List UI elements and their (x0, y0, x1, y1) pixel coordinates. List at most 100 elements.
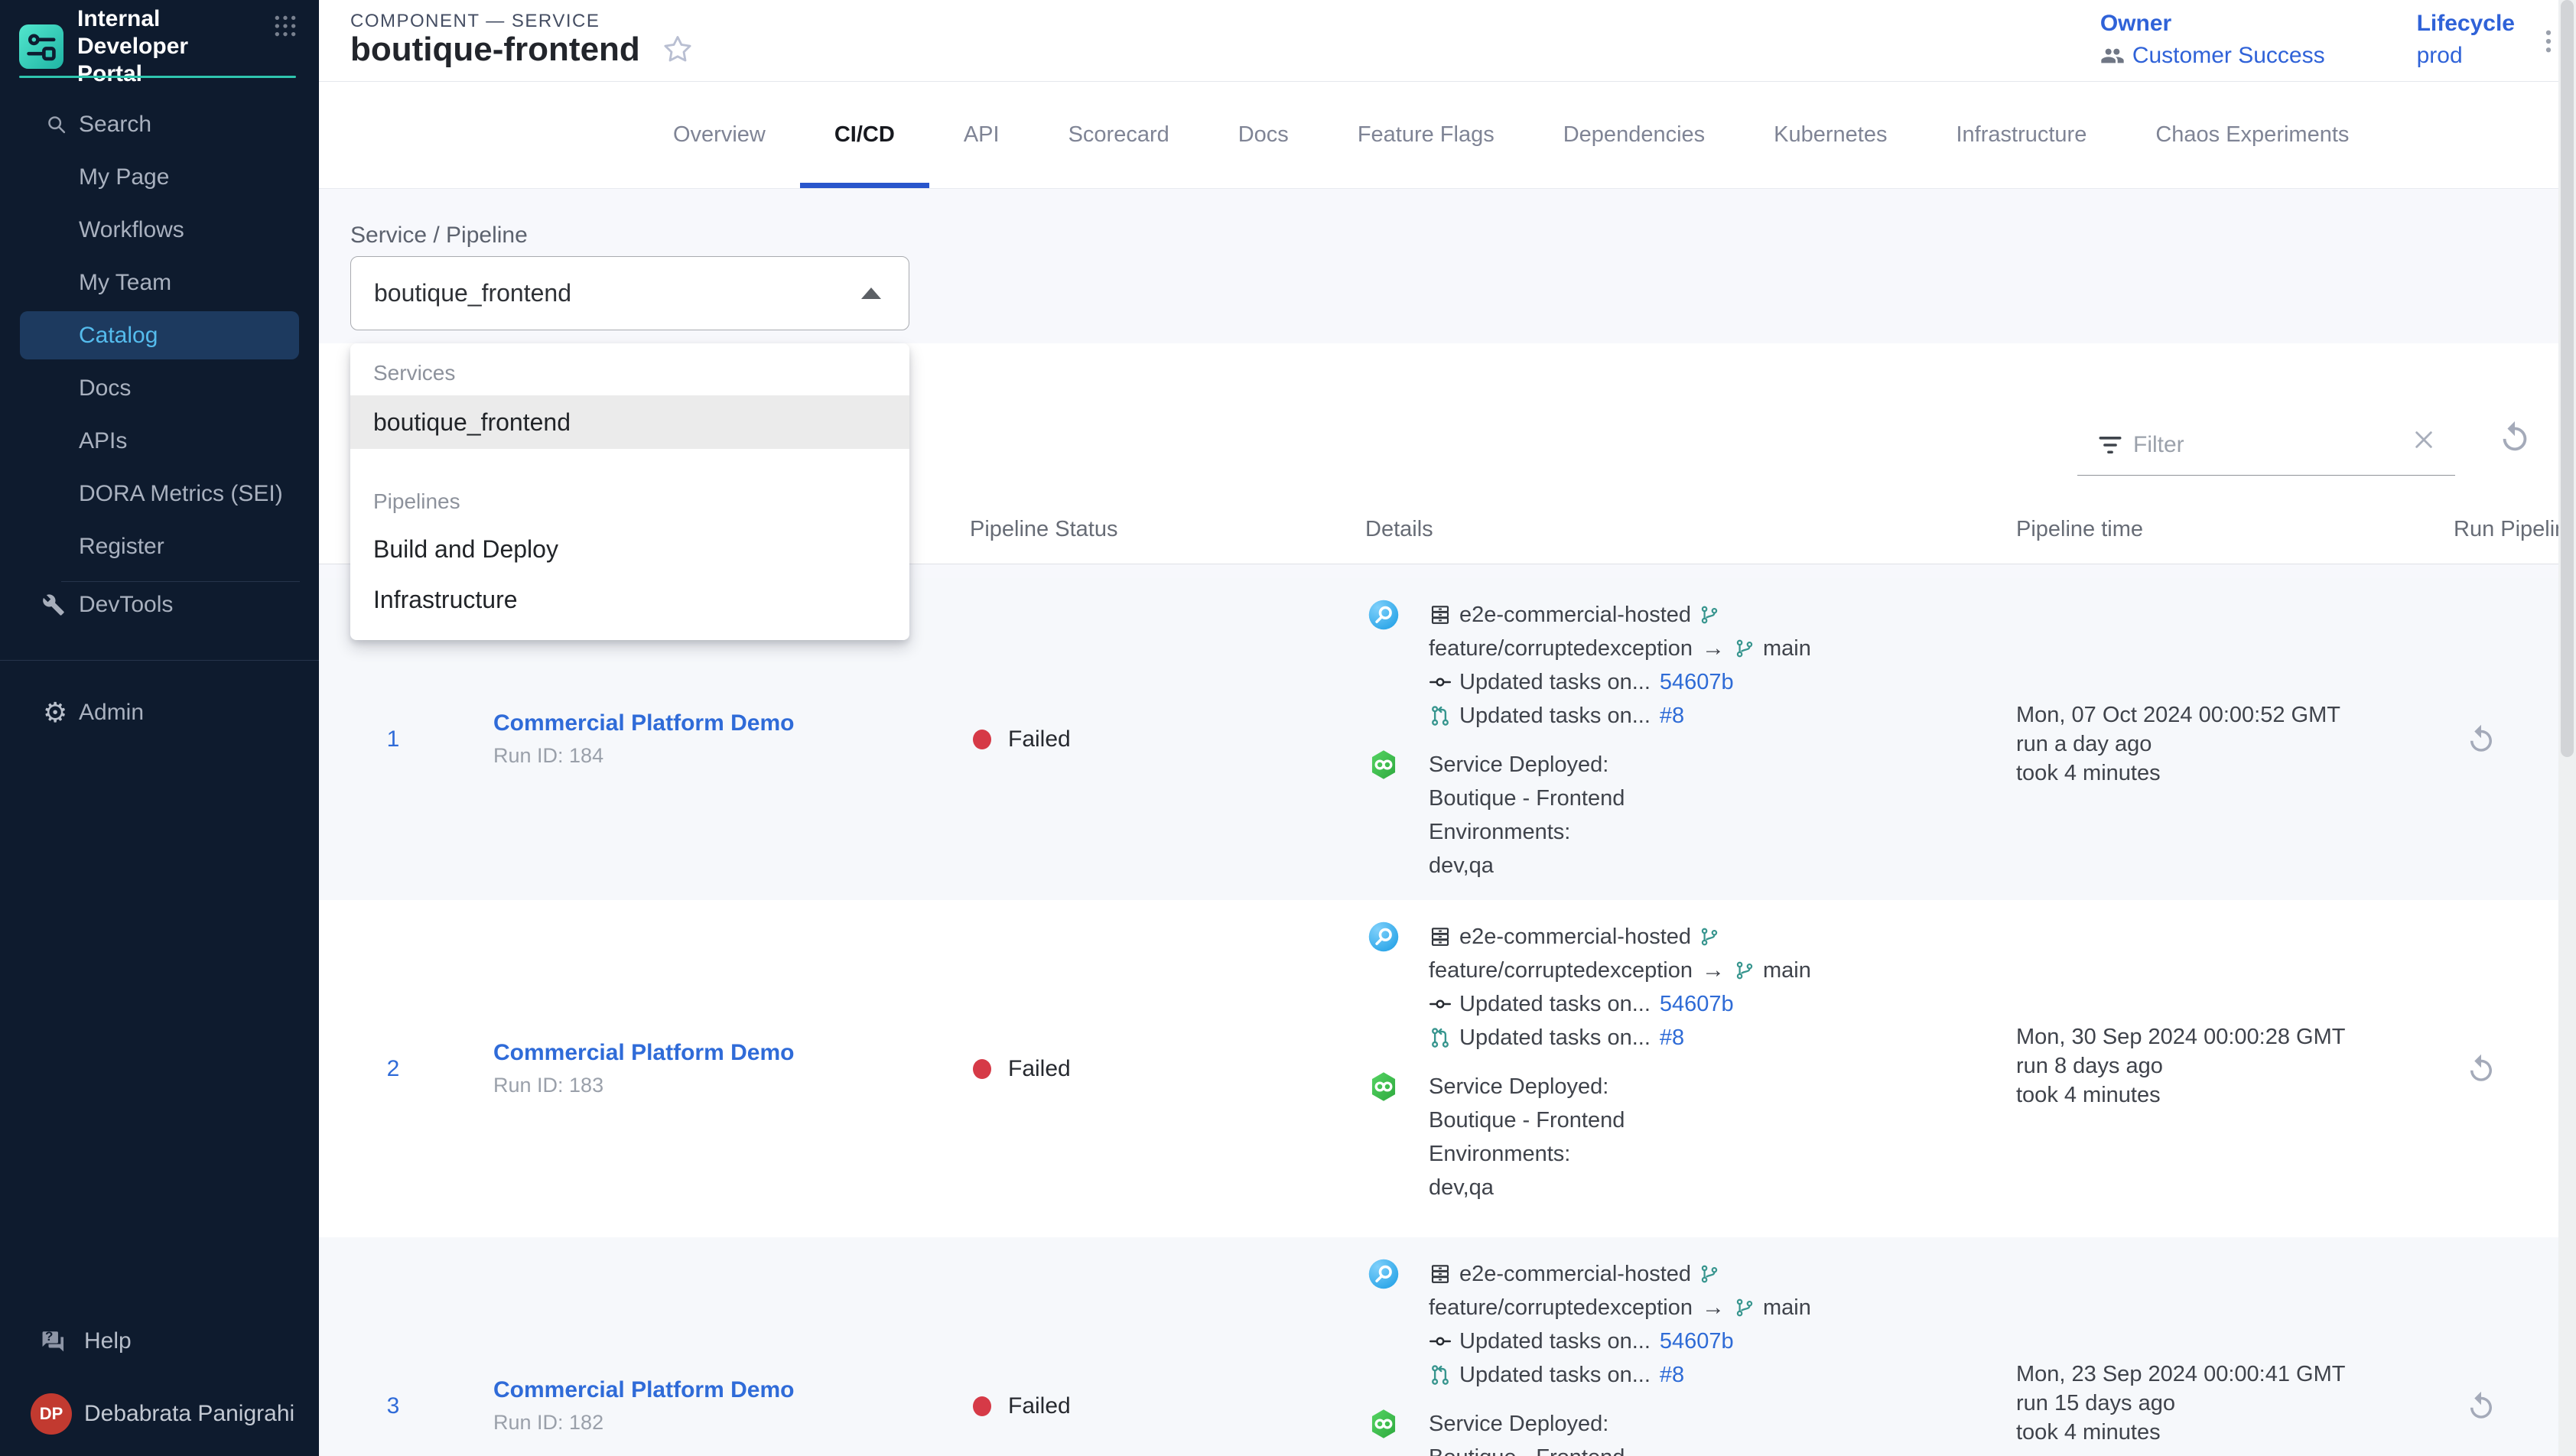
user-menu[interactable]: DP Debabrata Panigrahi (0, 1390, 319, 1438)
scrollbar[interactable] (2558, 0, 2576, 1456)
arrow-right-icon: → (1702, 635, 1725, 661)
column-header-status: Pipeline Status (970, 515, 1117, 544)
pipeline-status-cell: Failed (973, 578, 1071, 900)
lifecycle-block: Lifecycle prod (2417, 11, 2515, 69)
pipeline-time-cell: Mon, 23 Sep 2024 00:00:41 GMT run 15 day… (2016, 1360, 2345, 1447)
commit-sha-link[interactable]: 54607b (1660, 1329, 1734, 1354)
pr-number-link[interactable]: #8 (1660, 704, 1684, 729)
status-failed-dot (973, 1059, 991, 1079)
sidebar-item-label: Admin (79, 700, 144, 726)
app-switcher-grid-icon[interactable] (273, 14, 298, 38)
deploy-line: Environments: (1429, 815, 1625, 849)
rerun-pipeline-button[interactable] (2465, 900, 2502, 1237)
scrollbar-thumb[interactable] (2561, 0, 2574, 757)
cd-stage-icon (1368, 1408, 1400, 1440)
status-label: Failed (1008, 726, 1071, 752)
menu-item-pipeline[interactable]: Build and Deploy (350, 524, 909, 574)
filter-underline (2077, 475, 2455, 476)
pipeline-name-link[interactable]: Commercial Platform Demo (493, 1040, 922, 1066)
filter-input[interactable] (2133, 427, 2386, 463)
ci-stage-icon (1368, 1258, 1400, 1290)
entity-tabs: OverviewCI/CDAPIScorecardDocsFeature Fla… (319, 82, 2576, 189)
sidebar-item-admin[interactable]: ⚙ Admin (20, 686, 299, 739)
tab-ci-cd[interactable]: CI/CD (800, 82, 929, 188)
sidebar-item-search[interactable]: Search (20, 98, 299, 151)
service-pipeline-label: Service / Pipeline (350, 223, 528, 249)
tab-docs[interactable]: Docs (1204, 82, 1323, 188)
pipeline-name-link[interactable]: Commercial Platform Demo (493, 1377, 922, 1403)
avatar[interactable]: DP (31, 1393, 72, 1435)
commit-message: Updated tasks on... (1459, 1329, 1651, 1354)
refresh-button[interactable] (2497, 420, 2532, 455)
repo-name: e2e-commercial-hosted (1459, 925, 1691, 950)
run-index[interactable]: 3 (359, 1237, 428, 1456)
pull-request-icon (1429, 704, 1452, 727)
favorite-star-icon[interactable] (660, 32, 695, 67)
column-header-details: Details (1365, 515, 1433, 544)
owner-block: Owner Customer Success (2100, 11, 2325, 69)
owner-link[interactable]: Customer Success (2100, 43, 2325, 69)
git-branch-icon (1734, 960, 1755, 981)
pr-number-link[interactable]: #8 (1660, 1363, 1684, 1388)
breadcrumb: COMPONENT — SERVICE (350, 11, 600, 32)
service-pipeline-select[interactable]: boutique_frontend (350, 256, 909, 330)
sidebar-item-catalog[interactable]: Catalog (20, 311, 299, 359)
tab-kubernetes[interactable]: Kubernetes (1739, 82, 1921, 188)
git-branch-icon (1699, 604, 1720, 626)
commit-message: Updated tasks on... (1459, 992, 1651, 1017)
arrow-right-icon: → (1702, 957, 1725, 983)
menu-item-pipeline[interactable]: Infrastructure (350, 574, 909, 625)
pipeline-run-row: 3 Commercial Platform Demo Run ID: 182 F… (319, 1237, 2558, 1456)
run-index[interactable]: 2 (359, 900, 428, 1237)
sidebar-item-register[interactable]: Register (20, 520, 299, 573)
sidebar-item-my-page[interactable]: My Page (20, 151, 299, 203)
ci-stage-icon (1368, 599, 1400, 631)
pipeline-time-cell: Mon, 07 Oct 2024 00:00:52 GMT run a day … (2016, 700, 2340, 788)
pipeline-time-cell: Mon, 30 Sep 2024 00:00:28 GMT run 8 days… (2016, 1022, 2345, 1110)
repo-name: e2e-commercial-hosted (1459, 1262, 1691, 1287)
pipeline-run-row: 2 Commercial Platform Demo Run ID: 183 F… (319, 900, 2558, 1237)
tab-scorecard[interactable]: Scorecard (1034, 82, 1204, 188)
pull-request-icon (1429, 1026, 1452, 1049)
sidebar-item-docs[interactable]: Docs (20, 362, 299, 414)
sidebar-item-apis[interactable]: APIs (20, 414, 299, 467)
commit-sha-link[interactable]: 54607b (1660, 992, 1734, 1017)
sidebar-item-dora-metrics-sei-[interactable]: DORA Metrics (SEI) (20, 467, 299, 520)
pipeline-name-link[interactable]: Commercial Platform Demo (493, 710, 922, 736)
commit-icon (1429, 1330, 1452, 1353)
git-branch-icon (1699, 926, 1720, 947)
tab-api[interactable]: API (929, 82, 1034, 188)
sidebar-item-workflows[interactable]: Workflows (20, 203, 299, 256)
clear-filter-icon[interactable] (2412, 427, 2436, 452)
rerun-pipeline-button[interactable] (2465, 1237, 2502, 1456)
pr-message: Updated tasks on... (1459, 704, 1651, 729)
tab-chaos-experiments[interactable]: Chaos Experiments (2121, 82, 2383, 188)
brand-divider (19, 76, 296, 78)
sidebar-item-devtools[interactable]: DevTools (20, 578, 299, 631)
brand: Internal Developer Portal (19, 17, 300, 76)
sidebar-admin: ⚙ Admin (0, 686, 319, 739)
details-cell: e2e-commercial-hosted feature/corruptede… (1368, 598, 1964, 882)
time-absolute: Mon, 07 Oct 2024 00:00:52 GMT (2016, 700, 2340, 730)
target-branch: main (1763, 1295, 1811, 1321)
menu-item-service[interactable]: boutique_frontend (350, 395, 909, 449)
pr-message: Updated tasks on... (1459, 1363, 1651, 1388)
tab-overview[interactable]: Overview (639, 82, 800, 188)
pr-number-link[interactable]: #8 (1660, 1025, 1684, 1051)
commit-sha-link[interactable]: 54607b (1660, 670, 1734, 695)
service-pipeline-menu: Services boutique_frontend Pipelines Bui… (350, 343, 909, 640)
tab-infrastructure[interactable]: Infrastructure (1921, 82, 2121, 188)
rerun-pipeline-button[interactable] (2465, 578, 2502, 900)
commit-icon (1429, 671, 1452, 694)
deploy-line: Boutique - Frontend (1429, 1103, 1625, 1137)
run-name-cell: Commercial Platform Demo Run ID: 182 (493, 1237, 922, 1456)
status-label: Failed (1008, 1056, 1071, 1082)
time-duration: took 4 minutes (2016, 759, 2340, 788)
sidebar-item-label: Search (79, 112, 151, 138)
sidebar-item-my-team[interactable]: My Team (20, 256, 299, 309)
tab-dependencies[interactable]: Dependencies (1529, 82, 1739, 188)
help-button[interactable]: ? Help (0, 1319, 319, 1363)
tab-feature-flags[interactable]: Feature Flags (1323, 82, 1529, 188)
time-absolute: Mon, 23 Sep 2024 00:00:41 GMT (2016, 1360, 2345, 1389)
status-failed-dot (973, 730, 991, 749)
